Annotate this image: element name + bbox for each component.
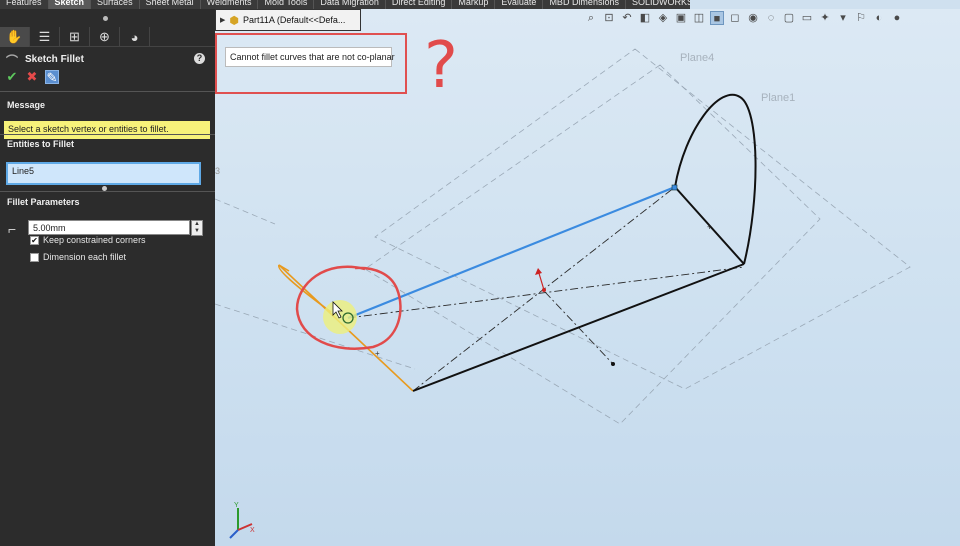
part-name[interactable]: Part11A (Default<<Defa... xyxy=(243,15,345,25)
message-header: Message xyxy=(7,100,46,110)
plane-edge xyxy=(215,303,416,370)
tab-weldments[interactable]: Weldments xyxy=(201,0,259,9)
radius-spinner[interactable]: ▲ ▼ xyxy=(191,220,203,236)
sketch-point[interactable] xyxy=(611,362,615,366)
midpoint-marker: + xyxy=(375,349,380,358)
ambient-occlusion-icon[interactable]: ⚐ xyxy=(854,11,868,25)
section-view-icon[interactable]: ◧ xyxy=(638,11,652,25)
tab-sketch[interactable]: Sketch xyxy=(48,0,92,9)
edit-appearance-icon[interactable]: ◉ xyxy=(746,11,760,25)
view-orientation-icon[interactable]: ▣ xyxy=(674,11,688,25)
property-manager-tab-icon[interactable]: ☰ xyxy=(30,27,60,47)
pin-icon[interactable]: ✎ xyxy=(45,70,59,85)
divider xyxy=(0,91,215,92)
heads-up-view-toolbar: ⌕ ⊡ ↶ ◧ ◈ ▣ ◫ ■ ◻ ◉ ◌ ▢ ▭ ✦ ▾ ⚐ ◐ ● xyxy=(584,11,904,25)
coordinate-triad: Y X xyxy=(229,502,255,539)
feature-manager-tab-icon[interactable]: ✋ xyxy=(0,27,30,47)
triad-x-label: X xyxy=(250,527,255,534)
panel-tab-icons: ✋ ☰ ⊞ ⊕ ◕ xyxy=(0,27,215,47)
reference-planes xyxy=(215,48,911,425)
tab-mbd-dimensions[interactable]: MBD Dimensions xyxy=(543,0,626,9)
property-manager-panel: ✋ ☰ ⊞ ⊕ ◕ ⌒ Sketch Fillet ? ✔ ✖ ✎ Messag… xyxy=(0,9,215,546)
previous-view-icon[interactable]: ↶ xyxy=(620,11,634,25)
dimxpert-tab-icon[interactable]: ⊕ xyxy=(90,27,120,47)
triad-y-label: Y xyxy=(234,502,239,509)
pm-actions: ✔ ✖ ✎ xyxy=(5,70,59,85)
error-tooltip: Cannot fillet curves that are not co-pla… xyxy=(225,47,395,67)
origin-arrow-head xyxy=(535,268,542,275)
perspective-icon[interactable]: ◐ xyxy=(872,11,886,25)
hide-show-icon[interactable]: ◻ xyxy=(728,11,742,25)
tab-markup[interactable]: Markup xyxy=(452,0,496,9)
tab-evaluate[interactable]: Evaluate xyxy=(495,0,544,9)
radius-icon: ⌐ xyxy=(8,221,17,237)
display-style-icon[interactable]: ◫ xyxy=(692,11,706,25)
shaded-display-icon[interactable]: ■ xyxy=(710,11,724,25)
plane-edge xyxy=(215,198,276,225)
cancel-x-icon[interactable]: ✖ xyxy=(25,70,39,84)
panel-grip[interactable] xyxy=(103,16,108,21)
spin-down-icon[interactable]: ▼ xyxy=(192,228,202,235)
ok-check-icon[interactable]: ✔ xyxy=(5,70,19,84)
message-box: Select a sketch vertex or entities to fi… xyxy=(4,121,210,139)
dynamic-annotation-icon[interactable]: ◈ xyxy=(656,11,670,25)
zoom-area-icon[interactable]: ⊡ xyxy=(602,11,616,25)
part-icon: ⬢ xyxy=(229,14,239,27)
pm-title-text: Sketch Fillet xyxy=(25,53,84,65)
tab-features[interactable]: Features xyxy=(0,0,49,9)
configuration-manager-tab-icon[interactable]: ⊞ xyxy=(60,27,90,47)
shadows-icon[interactable]: ▾ xyxy=(836,11,850,25)
dimension-each-checkbox[interactable] xyxy=(30,252,39,262)
zoom-to-fit-icon[interactable]: ⌕ xyxy=(584,11,598,25)
tab-direct-editing[interactable]: Direct Editing xyxy=(386,0,453,9)
sketch-fillet-icon: ⌒ xyxy=(6,54,19,68)
expand-arrow-icon[interactable]: ▶ xyxy=(220,16,225,24)
plane-label-fragment: 3 xyxy=(215,166,220,176)
dimension-each-row[interactable]: Dimension each fillet xyxy=(30,252,126,262)
annotation-question-mark: ? xyxy=(424,29,458,103)
appearance-ball-icon[interactable]: ● xyxy=(890,11,904,25)
selected-sketch-line[interactable] xyxy=(347,185,676,320)
triad-z-axis xyxy=(229,529,239,539)
midpoint-marker: + xyxy=(707,222,712,232)
entities-to-fillet-list[interactable]: Line5 xyxy=(6,162,201,185)
wireframe-icon[interactable]: ▭ xyxy=(800,11,814,25)
entities-header: Entities to Fillet xyxy=(7,139,75,149)
scene-icon[interactable]: ◌ xyxy=(764,11,778,25)
keep-constrained-label: Keep constrained corners xyxy=(43,235,146,245)
tab-data-migration[interactable]: Data Migration xyxy=(314,0,386,9)
help-icon[interactable]: ? xyxy=(194,53,205,64)
sketch-edges xyxy=(412,93,757,392)
sketch-line[interactable] xyxy=(412,263,745,392)
construction-lines xyxy=(347,186,745,392)
divider xyxy=(0,134,215,135)
plane4-label: Plane4 xyxy=(680,52,714,64)
keep-constrained-checkbox[interactable]: ✔ xyxy=(30,235,39,245)
spin-up-icon[interactable]: ▲ xyxy=(192,221,202,228)
divider xyxy=(0,191,215,192)
keep-constrained-row[interactable]: ✔ Keep constrained corners xyxy=(30,235,146,245)
display-manager-tab-icon[interactable]: ◕ xyxy=(120,27,150,47)
fillet-params-header: Fillet Parameters xyxy=(7,197,80,207)
tab-mold-tools[interactable]: Mold Tools xyxy=(258,0,315,9)
pm-title: ⌒ Sketch Fillet xyxy=(6,52,84,69)
tab-solidworks-add-ins[interactable]: SOLIDWORKS Add-Ins xyxy=(626,0,690,9)
plane1-label: Plane1 xyxy=(761,92,795,104)
dimension-each-label: Dimension each fillet xyxy=(43,252,127,262)
command-manager-tabs: Features Sketch Surfaces Sheet Metal Weldmen… xyxy=(0,0,690,9)
feature-tree-flyout[interactable]: ▶ ⬢ Part11A (Default<<Defa... xyxy=(215,9,361,31)
tab-surfaces[interactable]: Surfaces xyxy=(91,0,140,9)
view-settings-icon[interactable]: ▢ xyxy=(782,11,796,25)
tab-sheet-metal[interactable]: Sheet Metal xyxy=(140,0,201,9)
sketch-vertex[interactable] xyxy=(671,184,678,191)
fillet-radius-input[interactable] xyxy=(28,220,190,235)
sketch-arc[interactable] xyxy=(674,93,757,265)
realview-icon[interactable]: ✦ xyxy=(818,11,832,25)
